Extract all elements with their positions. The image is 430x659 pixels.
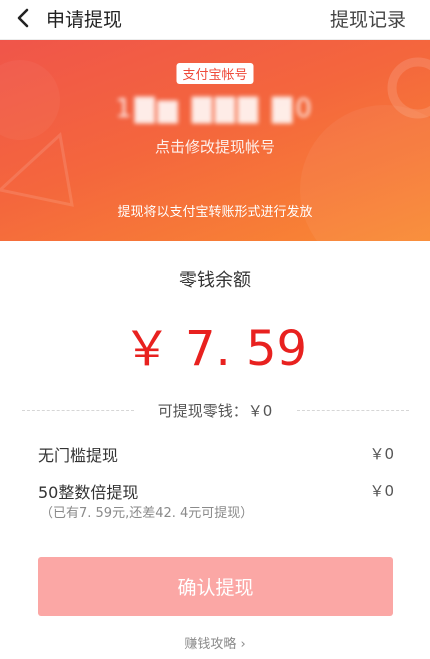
option-multiple-of-50-value: ￥0 <box>369 482 394 500</box>
option-no-threshold-label: 无门槛提现 <box>38 446 119 465</box>
edit-account-link[interactable]: 点击修改提现帐号 <box>0 136 430 157</box>
account-number-masked: 1▇▆ ▇▇▇ ▇0 <box>115 94 315 124</box>
balance-label: 零钱余额 <box>179 270 251 291</box>
confirm-withdraw-button[interactable]: 确认提现 <box>38 557 393 616</box>
dashed-divider-right <box>297 410 409 411</box>
balance-amount: ￥ 7. 59 <box>0 309 430 379</box>
balance-number: 7. 59 <box>184 321 308 377</box>
option-no-threshold-value: ￥0 <box>369 445 394 463</box>
option-multiple-of-50-note: （已有7. 59元,还差42. 4元可提现） <box>40 506 254 521</box>
chevron-left-icon <box>17 8 29 28</box>
account-banner: 支付宝帐号 1▇▆ ▇▇▇ ▇0 点击修改提现帐号 提现将以支付宝转账形式进行发… <box>0 40 430 241</box>
back-button[interactable] <box>12 7 34 29</box>
earning-guide-link[interactable]: 赚钱攻略 › <box>0 633 430 652</box>
withdraw-records-link[interactable]: 提现记录 <box>330 5 406 32</box>
option-multiple-of-50-label: 50整数倍提现 <box>38 483 139 502</box>
account-type-badge: 支付宝帐号 <box>176 63 254 84</box>
currency-symbol: ￥ <box>122 321 171 377</box>
top-navigation-bar: 申请提现 提现记录 <box>0 0 430 40</box>
page-title: 申请提现 <box>46 9 123 31</box>
payout-method-notice: 提现将以支付宝转账形式进行发放 <box>117 205 313 220</box>
